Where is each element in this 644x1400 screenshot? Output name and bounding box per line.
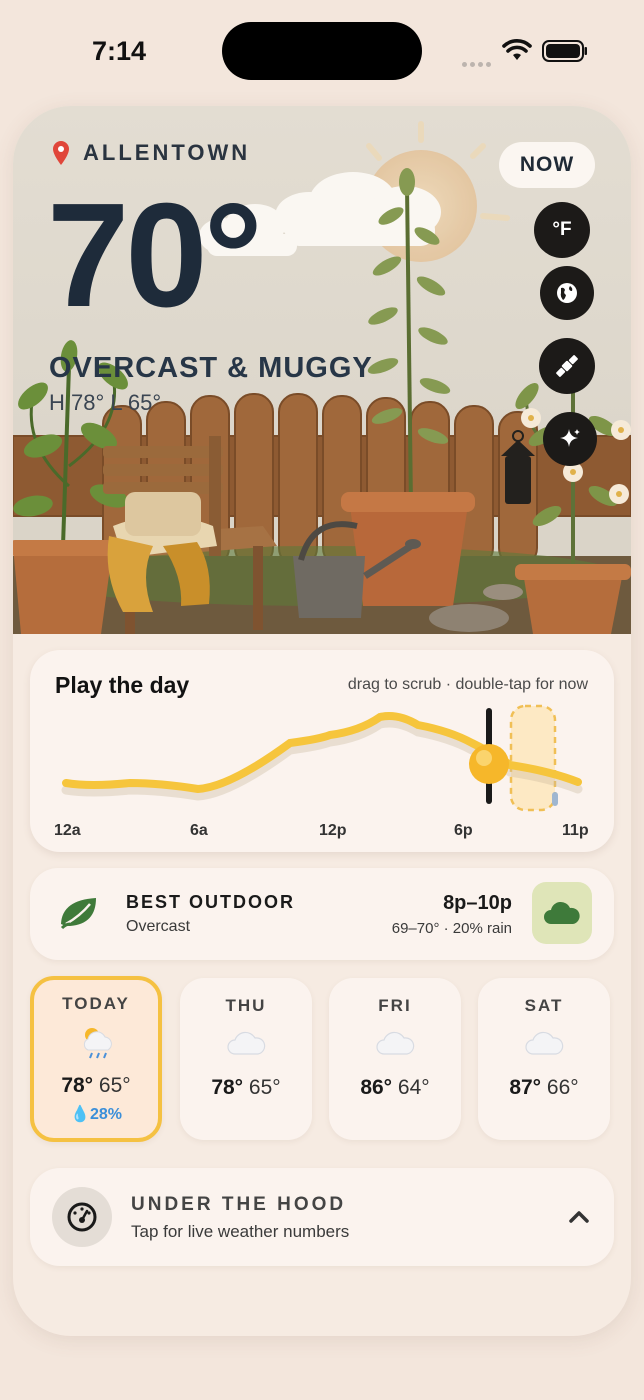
location: ALLENTOWN [51, 140, 250, 166]
under-the-hood-subtitle: Tap for live weather numbers [131, 1222, 350, 1241]
chevron-up-icon [569, 1211, 589, 1223]
day-temps: 87° 66° [509, 1076, 579, 1099]
play-the-day-card[interactable]: Play the day drag to scrub · double-tap … [30, 650, 614, 852]
best-window-highlight [509, 704, 557, 812]
status-bar: 7:14 [0, 0, 644, 100]
condition-text: OVERCAST & MUGGY [49, 352, 373, 384]
signal-icon [462, 54, 494, 67]
cloud-icon [525, 1031, 564, 1055]
day-temps: 78° 65° [61, 1074, 131, 1097]
tick-label: 6a [190, 822, 208, 839]
dynamic-island [222, 22, 422, 80]
globe-icon [557, 283, 577, 303]
day-name: THU [225, 996, 267, 1015]
forecast-day-today[interactable]: TODAY 78° 65° 💧28% [30, 976, 162, 1142]
day-name: FRI [378, 996, 412, 1015]
day-name: SAT [524, 996, 564, 1015]
best-outdoor-detail: 69–70° · 20% rain [391, 920, 512, 937]
rain-marker [552, 792, 558, 806]
day-name: TODAY [62, 994, 130, 1013]
under-the-hood-card[interactable]: UNDER THE HOOD Tap for live weather numb… [30, 1168, 614, 1266]
wifi-icon [502, 39, 532, 60]
globe-button[interactable] [540, 266, 594, 320]
cloud-icon [227, 1031, 266, 1055]
forecast-day-sat[interactable]: SAT 87° 66° [478, 978, 610, 1140]
unit-toggle-button[interactable]: °F [534, 202, 590, 258]
day-temps: 86° 64° [360, 1076, 430, 1099]
cloud-icon [544, 901, 580, 924]
best-outdoor-card[interactable]: BEST OUTDOOR Overcast 8p–10p 69–70° · 20… [30, 868, 614, 960]
cloud-icon [376, 1031, 415, 1055]
high-low-text: H 78° L 65° [49, 390, 162, 415]
under-the-hood-label: UNDER THE HOOD [131, 1194, 347, 1215]
forecast-day-fri[interactable]: FRI 86° 64° [329, 978, 461, 1140]
tick-label: 6p [454, 822, 473, 839]
gauge-icon-container [52, 1187, 112, 1247]
now-button[interactable]: NOW [499, 142, 595, 188]
satellite-icon [556, 355, 578, 377]
rain-chance: 💧28% [70, 1106, 122, 1123]
leaf-icon [60, 898, 96, 930]
status-time: 7:14 [92, 36, 147, 66]
forecast-day-thu[interactable]: THU 78° 65° [180, 978, 312, 1140]
ai-button[interactable] [543, 412, 597, 466]
weather-card: ALLENTOWN 70° OVERCAST & MUGGY H 78° L 6… [13, 106, 631, 1336]
hero-scene: ALLENTOWN 70° OVERCAST & MUGGY H 78° L 6… [13, 106, 631, 634]
current-temperature: 70° [47, 173, 263, 338]
best-outdoor-time: 8p–10p [443, 892, 512, 914]
best-outdoor-weather-button[interactable] [532, 882, 592, 944]
tick-label: 12p [319, 822, 347, 839]
best-outdoor-condition: Overcast [126, 918, 191, 935]
day-temps: 78° 65° [211, 1076, 281, 1099]
location-pin-icon [53, 141, 69, 165]
expand-button[interactable] [564, 1202, 594, 1232]
best-outdoor-label: BEST OUTDOOR [126, 892, 296, 912]
battery-icon [542, 40, 587, 62]
location-name: ALLENTOWN [83, 140, 251, 165]
sparkle-icon [560, 429, 580, 447]
rain-sun-icon [83, 1028, 112, 1059]
gauge-icon [67, 1202, 97, 1232]
tick-label: 12a [54, 822, 81, 839]
satellite-button[interactable] [539, 338, 595, 394]
tick-label: 11p [562, 822, 589, 839]
